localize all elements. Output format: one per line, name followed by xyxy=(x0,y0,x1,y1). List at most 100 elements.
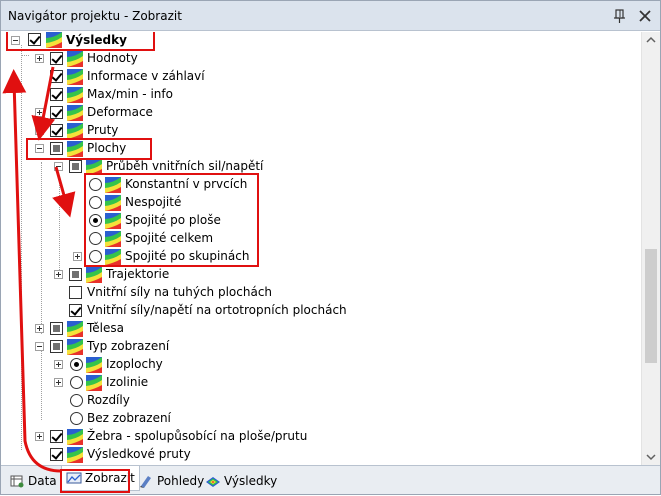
checkbox[interactable] xyxy=(50,52,63,65)
tree-node-izolinie[interactable]: Izolinie xyxy=(1,374,641,392)
tab-vysledky[interactable]: Výsledky xyxy=(205,470,277,492)
radio-button[interactable] xyxy=(89,250,102,263)
tree-node-label: Žebra - spolupůsobící na ploše/prutu xyxy=(87,429,308,443)
results-surface-icon xyxy=(67,447,83,463)
radio-button[interactable] xyxy=(70,394,83,407)
expand-toggle[interactable] xyxy=(35,324,44,333)
tree-node-zebra[interactable]: Žebra - spolupůsobící na ploše/prutu xyxy=(1,428,641,446)
tree-node-hodnoty[interactable]: Hodnoty xyxy=(1,50,641,68)
checkbox[interactable] xyxy=(50,322,63,335)
tree-node-telesa[interactable]: Tělesa xyxy=(1,320,641,338)
tree-node-izoplochy[interactable]: Izoplochy xyxy=(1,356,641,374)
radio-button[interactable] xyxy=(89,178,102,191)
checkbox[interactable] xyxy=(50,70,63,83)
checkbox[interactable] xyxy=(69,304,82,317)
tab-data[interactable]: Data xyxy=(9,470,57,492)
collapse-toggle[interactable] xyxy=(35,144,44,153)
tree-node-spojite-po-plose[interactable]: Spojité po ploše xyxy=(1,212,641,230)
tree-node-vysledky[interactable]: Výsledky xyxy=(1,32,641,50)
navigator-tabbar: Data Zobrazit Pohledy Výsledky xyxy=(1,465,660,494)
tree-node-spojite-po-skupinach[interactable]: Spojité po skupinách xyxy=(1,248,641,266)
checkbox[interactable] xyxy=(50,448,63,461)
expand-toggle[interactable] xyxy=(35,126,44,135)
expand-toggle[interactable] xyxy=(35,432,44,441)
close-icon[interactable] xyxy=(637,8,653,24)
results-surface-icon xyxy=(105,213,121,229)
tree-node-plochy[interactable]: Plochy xyxy=(1,140,641,158)
expand-toggle[interactable] xyxy=(54,270,63,279)
tab-label: Pohledy xyxy=(157,474,205,488)
tree-node-label: Izolinie xyxy=(106,375,149,389)
checkbox[interactable] xyxy=(69,160,82,173)
tree-node-label: Izoplochy xyxy=(106,357,163,371)
checkbox[interactable] xyxy=(50,124,63,137)
tree-node-label: Deformace xyxy=(87,105,153,119)
expand-toggle[interactable] xyxy=(73,252,82,261)
scroll-down-icon[interactable] xyxy=(642,448,660,465)
tree-node-pruty[interactable]: Pruty xyxy=(1,122,641,140)
tree-node-prubeh[interactable]: Průběh vnitřních sil/napětí xyxy=(1,158,641,176)
radio-button[interactable] xyxy=(70,412,83,425)
collapse-toggle[interactable] xyxy=(54,162,63,171)
checkbox[interactable] xyxy=(69,268,82,281)
tree-node-spojite-celkem[interactable]: Spojité celkem xyxy=(1,230,641,248)
tree-node-deformace[interactable]: Deformace xyxy=(1,104,641,122)
expand-toggle[interactable] xyxy=(35,108,44,117)
tree-node-typ-zobrazeni[interactable]: Typ zobrazení xyxy=(1,338,641,356)
expand-toggle[interactable] xyxy=(35,54,44,63)
tree-node-tuhe-plochy[interactable]: Vnitřní síly na tuhých plochách xyxy=(1,284,641,302)
tree-node-trajektorie[interactable]: Trajektorie xyxy=(1,266,641,284)
scroll-up-icon[interactable] xyxy=(642,32,660,49)
tree-node-label: Typ zobrazení xyxy=(87,339,170,353)
project-navigator-window: Navigátor projektu - Zobrazit Výsledky H… xyxy=(0,0,661,495)
checkbox[interactable] xyxy=(50,142,63,155)
pin-icon[interactable] xyxy=(612,8,628,24)
tree-node-vysledkove-pruty[interactable]: Výsledkové pruty xyxy=(1,446,641,464)
tree-node-label: Spojité po ploše xyxy=(125,213,221,227)
checkbox[interactable] xyxy=(50,106,63,119)
tree-node-ortotropni-plochy[interactable]: Vnitřní síly/napětí na ortotropních ploc… xyxy=(1,302,641,320)
tree-node-maxmin[interactable]: Max/min - info xyxy=(1,86,641,104)
results-icon xyxy=(206,477,220,487)
checkbox[interactable] xyxy=(50,340,63,353)
checkbox[interactable] xyxy=(50,430,63,443)
checkbox[interactable] xyxy=(50,88,63,101)
tree-node-label: Hodnoty xyxy=(87,51,138,65)
radio-button[interactable] xyxy=(89,232,102,245)
tree-node-label: Plochy xyxy=(87,141,127,155)
views-icon xyxy=(140,476,151,488)
expand-toggle[interactable] xyxy=(54,360,63,369)
expand-toggle[interactable] xyxy=(54,378,63,387)
tree-node-nespojite[interactable]: Nespojité xyxy=(1,194,641,212)
tab-label: Data xyxy=(28,474,57,488)
tree-node-informace[interactable]: Informace v záhlaví xyxy=(1,68,641,86)
radio-button[interactable] xyxy=(89,196,102,209)
tree-node-label: Výsledky xyxy=(66,33,127,47)
tab-zobrazit[interactable]: Zobrazit xyxy=(61,466,140,491)
tree-node-label: Spojité po skupinách xyxy=(125,249,250,263)
radio-button[interactable] xyxy=(70,358,83,371)
radio-button[interactable] xyxy=(89,214,102,227)
collapse-toggle[interactable] xyxy=(35,342,44,351)
results-surface-icon xyxy=(67,429,83,445)
tree-node-label: Průběh vnitřních sil/napětí xyxy=(106,159,264,173)
tree-node-bez-zobrazeni[interactable]: Bez zobrazení xyxy=(1,410,641,428)
title-bar: Navigátor projektu - Zobrazit xyxy=(1,1,660,31)
results-surface-icon xyxy=(67,51,83,67)
scrollbar-thumb[interactable] xyxy=(645,249,657,363)
checkbox[interactable] xyxy=(69,286,82,299)
results-surface-icon xyxy=(105,177,121,193)
tree-node-rozdily[interactable]: Rozdíly xyxy=(1,392,641,410)
collapse-toggle[interactable] xyxy=(11,36,20,45)
tree-node-label: Trajektorie xyxy=(106,267,170,281)
results-surface-icon xyxy=(86,375,102,391)
tree-node-konstantni[interactable]: Konstantní v prvcích xyxy=(1,176,641,194)
results-surface-icon xyxy=(67,69,83,85)
vertical-scrollbar[interactable] xyxy=(641,32,660,465)
checkbox[interactable] xyxy=(28,33,41,46)
results-surface-icon xyxy=(86,159,102,175)
results-surface-icon xyxy=(67,123,83,139)
tab-pohledy[interactable]: Pohledy xyxy=(138,470,204,492)
tab-label: Výsledky xyxy=(224,474,278,488)
radio-button[interactable] xyxy=(70,376,83,389)
